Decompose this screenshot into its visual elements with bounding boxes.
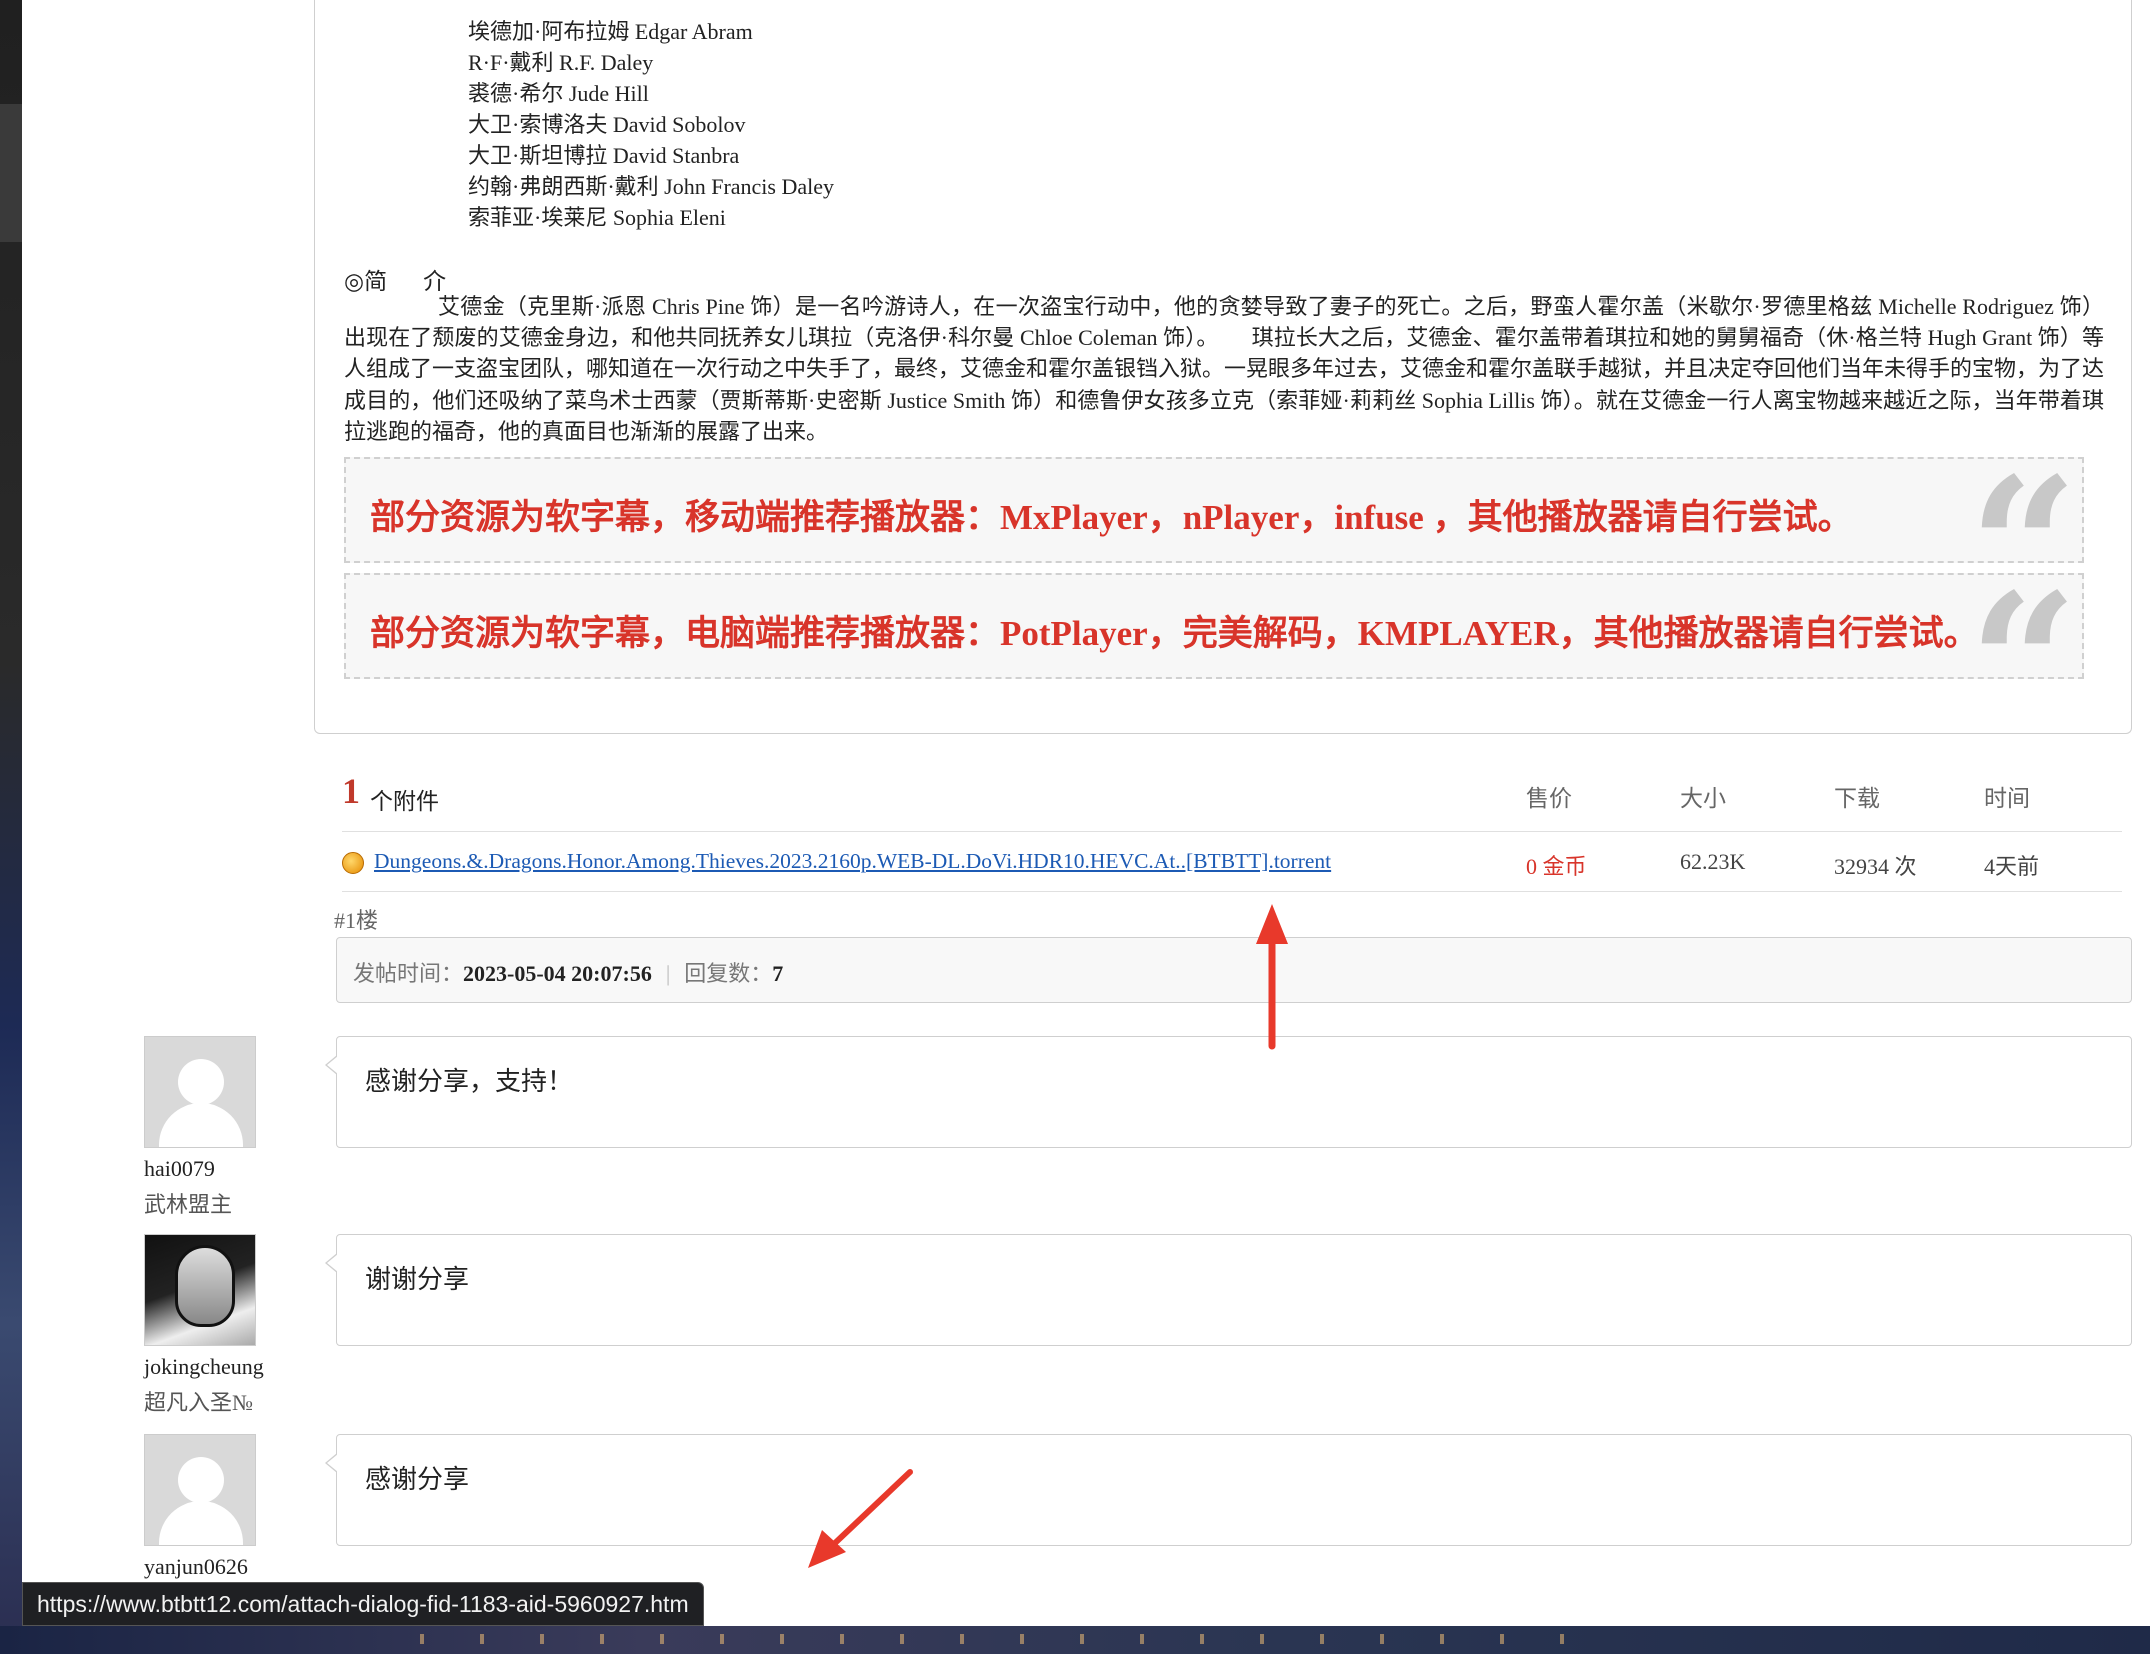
cast-line: 约翰·弗朗西斯·戴利 John Francis Daley (468, 174, 835, 199)
status-bar-url: https://www.btbtt12.com/attach-dialog-fi… (22, 1582, 704, 1626)
annotation-arrow-diagonal-icon (808, 1469, 913, 1568)
cast-line: R·F·戴利 R.F. Daley (468, 50, 654, 75)
col-downloads: 下载 (1834, 786, 1880, 811)
attachment-count-label: 个附件 (370, 789, 439, 814)
attachments-header: 1 个附件 售价 大小 下载 时间 (342, 770, 2122, 832)
player-notice-desktop: 部分资源为软字幕，电脑端推荐播放器：PotPlayer，完美解码，KMPLAYE… (344, 573, 2084, 679)
col-time: 时间 (1984, 786, 2030, 811)
player-notice-mobile: 部分资源为软字幕，移动端推荐播放器：MxPlayer，nPlayer，infus… (344, 457, 2084, 563)
col-price: 售价 (1526, 786, 1572, 811)
quote-mark-icon: “ (1969, 459, 2078, 561)
intro-text: 艾德金（克里斯·派恩 Chris Pine 饰）是一名吟游诗人，在一次盗宝行动中… (344, 294, 2105, 444)
avatar[interactable] (144, 1234, 256, 1346)
background-desktop-bottom (0, 1626, 2150, 1654)
attachment-row: Dungeons.&.Dragons.Honor.Among.Thieves.2… (342, 832, 2122, 892)
posted-time: 2023-05-04 20:07:56 (463, 961, 652, 986)
attachment-time: 4天前 (1984, 854, 2040, 879)
cast-list: 埃德加·阿布拉姆 Edgar Abram R·F·戴利 R.F. Daley 裘… (468, 6, 834, 233)
cast-line: 埃德加·阿布拉姆 Edgar Abram (468, 19, 753, 44)
notice-text: 部分资源为软字幕，电脑端推荐播放器：PotPlayer，完美解码，KMPLAYE… (370, 614, 1979, 653)
attachment-download-link[interactable]: Dungeons.&.Dragons.Honor.Among.Thieves.2… (374, 849, 1331, 874)
cast-line: 裘德·希尔 Jude Hill (468, 81, 649, 106)
col-size: 大小 (1680, 786, 1726, 811)
reply-user-rank: 超凡入圣№ (144, 1390, 253, 1415)
quote-mark-icon: “ (1969, 575, 2078, 677)
attachment-price: 0 金币 (1526, 854, 1587, 879)
reply-text: 感谢分享，支持！ (365, 1067, 574, 1096)
cast-line: 大卫·索博洛夫 David Sobolov (468, 112, 746, 137)
attachment-downloads: 32934 次 (1834, 854, 1917, 879)
reply-bubble: 感谢分享 (325, 1434, 2132, 1546)
avatar[interactable] (144, 1036, 256, 1148)
annotation-arrow-up-icon (1256, 904, 1288, 1050)
reply-text: 谢谢分享 (365, 1265, 470, 1294)
replies-count: 7 (772, 961, 784, 986)
avatar[interactable] (144, 1434, 256, 1546)
floor-label: #1楼 (334, 908, 379, 933)
replies-label: 回复数： (684, 961, 773, 986)
cast-line: 大卫·斯坦博拉 David Stanbra (468, 143, 740, 168)
browser-page: 埃德加·阿布拉姆 Edgar Abram R·F·戴利 R.F. Daley 裘… (22, 0, 2150, 1626)
reply-bubble: 谢谢分享 (325, 1234, 2132, 1346)
attachment-size: 62.23K (1680, 849, 1746, 874)
background-desktop-left (0, 0, 22, 1654)
torrent-file-icon (342, 852, 364, 874)
reply-bubble: 感谢分享，支持！ (325, 1036, 2132, 1148)
reply-user-rank: 武林盟主 (144, 1192, 233, 1217)
attachment-count: 1 (342, 771, 360, 811)
meta-separator: | (665, 961, 671, 986)
reply-username[interactable]: jokingcheung (144, 1354, 264, 1380)
cast-line: 索菲亚·埃莱尼 Sophia Eleni (468, 205, 726, 230)
reply-text: 感谢分享 (365, 1465, 470, 1494)
post-meta-bar: 发帖时间：2023-05-04 20:07:56 | 回复数：7 (336, 937, 2132, 1003)
posted-label: 发帖时间： (353, 961, 464, 986)
notice-text: 部分资源为软字幕，移动端推荐播放器：MxPlayer，nPlayer，infus… (370, 498, 1853, 537)
reply-username[interactable]: yanjun0626 (144, 1554, 248, 1580)
reply-username[interactable]: hai0079 (144, 1156, 215, 1182)
